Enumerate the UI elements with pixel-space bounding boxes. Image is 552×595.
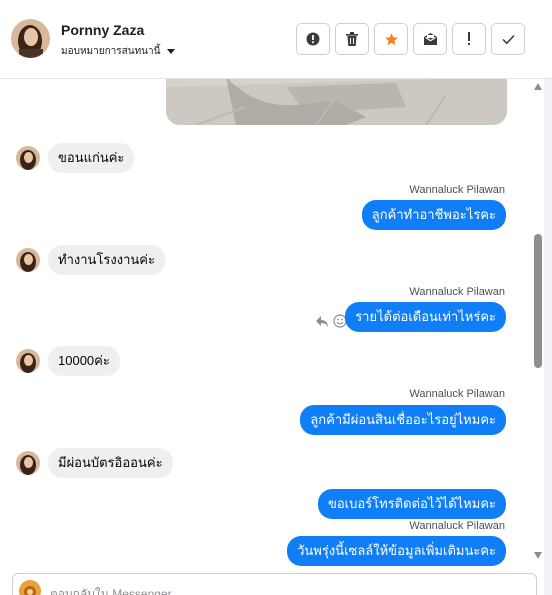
page-avatar (19, 580, 41, 595)
message-bubble[interactable]: 10000ค่ะ (48, 346, 120, 376)
contact-name[interactable]: Pornny Zaza (61, 22, 144, 38)
sender-name: Wannaluck Pilawan (409, 520, 505, 532)
contact-avatar[interactable] (16, 349, 40, 373)
incoming-message: ทำงานโรงงานค่ะ (16, 245, 165, 275)
incoming-message: มีผ่อนบัตรอิออนค่ะ (16, 448, 173, 478)
sender-name: Wannaluck Pilawan (409, 286, 505, 298)
envelope-icon (423, 33, 437, 45)
sender-name: Wannaluck Pilawan (409, 388, 505, 400)
exclamation-icon (468, 32, 470, 45)
message-bubble[interactable]: ขอนแก่นค่ะ (48, 143, 135, 173)
incoming-message: 10000ค่ะ (16, 346, 120, 376)
scrollbar-thumb[interactable] (534, 234, 542, 368)
checkmark-icon (501, 34, 515, 44)
scroll-up-icon[interactable] (534, 83, 542, 90)
message-bubble[interactable]: มีผ่อนบัตรอิออนค่ะ (48, 448, 173, 478)
sender-name: Wannaluck Pilawan (409, 184, 505, 196)
message-bubble[interactable]: รายได้ต่อเดือนเท่าไหร่คะ (345, 302, 506, 332)
mark-unread-button[interactable] (413, 23, 447, 55)
mark-done-button[interactable] (491, 23, 525, 55)
contact-avatar[interactable] (16, 248, 40, 272)
star-button[interactable] (374, 23, 408, 55)
follow-up-button[interactable] (452, 23, 486, 55)
alert-circle-icon (306, 32, 320, 46)
incoming-message: ขอนแก่นค่ะ (16, 143, 135, 173)
message-bubble[interactable]: ลูกค้าทำอาชีพอะไรคะ (361, 200, 506, 230)
conversation-header: Pornny Zaza มอบหมายการสนทนานี้ (0, 0, 552, 79)
message-tools (315, 314, 347, 328)
panel-edge (544, 79, 552, 595)
reply-input[interactable] (50, 587, 520, 595)
star-icon (384, 32, 398, 45)
header-actions (296, 23, 525, 55)
thread-scrollbar[interactable] (532, 79, 544, 567)
reply-composer (12, 573, 537, 595)
message-bubble[interactable]: วันพรุ่งนี้เซลล์ให้ข้อมูลเพิ่มเติมนะคะ (287, 536, 506, 566)
mark-spam-button[interactable] (296, 23, 330, 55)
message-bubble[interactable]: ลูกค้ามีผ่อนสินเชื่ออะไรอยู่ไหมคะ (300, 405, 506, 435)
chevron-down-icon (167, 49, 176, 54)
contact-avatar[interactable] (16, 146, 40, 170)
contact-avatar[interactable] (16, 451, 40, 475)
assign-label: มอบหมายการสนทนานี้ (61, 46, 161, 57)
contact-avatar[interactable] (11, 19, 50, 58)
reply-icon[interactable] (315, 315, 329, 328)
delete-button[interactable] (335, 23, 369, 55)
message-bubble[interactable]: ขอเบอร์โทรติดต่อไว้ได้ไหมคะ (317, 489, 506, 519)
assign-conversation-dropdown[interactable]: มอบหมายการสนทนานี้ (61, 44, 176, 59)
scroll-down-icon[interactable] (534, 552, 542, 559)
message-thread: ขอนแก่นค่ะ Wannaluck Pilawan ลูกค้าทำอาช… (0, 79, 532, 567)
shared-photo[interactable] (166, 79, 507, 125)
message-bubble[interactable]: ทำงานโรงงานค่ะ (48, 245, 165, 275)
trash-icon (346, 32, 358, 46)
